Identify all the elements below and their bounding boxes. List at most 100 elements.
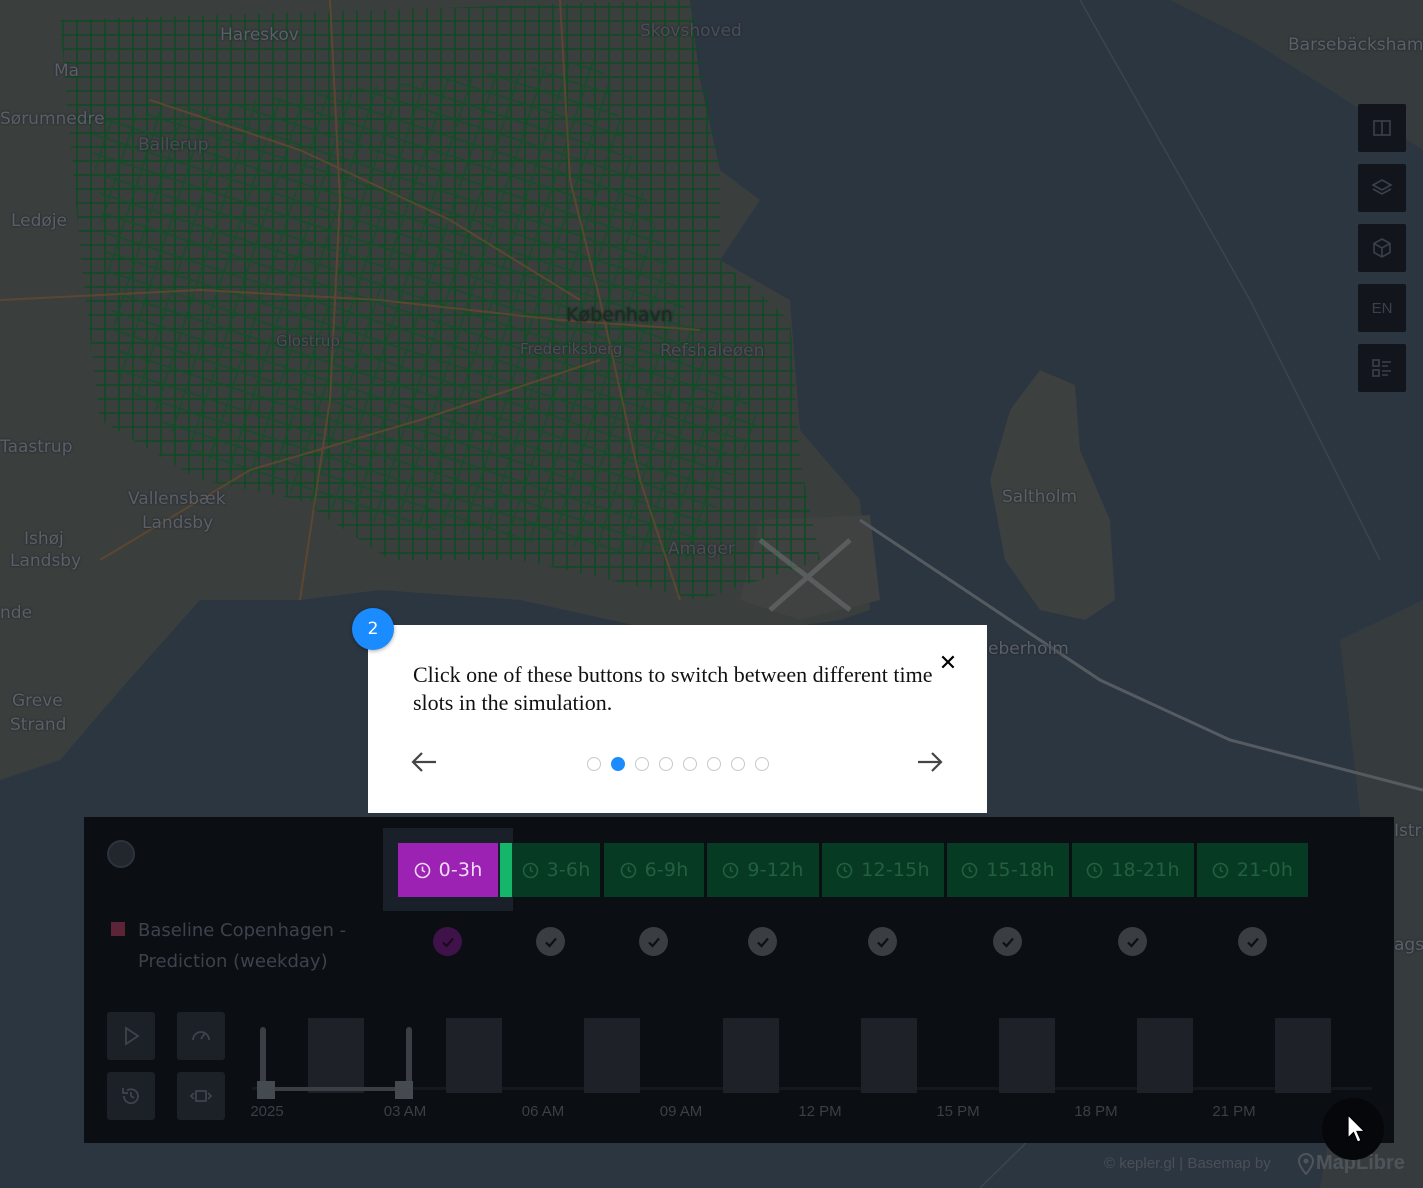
tour-dot-active[interactable] [611,757,625,771]
clock-icon [1086,862,1103,878]
slot-label: 12-15h [861,859,930,881]
map-label-saltholm: Saltholm [1002,487,1078,507]
map-label-refshaleoen: Refshaleøen [660,341,765,361]
tour-dot[interactable] [587,757,601,771]
checkmark-icon [544,937,557,948]
map-label-bagsh: agsh [1394,935,1423,955]
histogram-bar [1275,1018,1331,1093]
clock-icon [961,862,978,878]
locale-label: EN [1371,299,1393,317]
slot-label: 6-9h [644,859,689,881]
layers-icon [1371,179,1393,195]
histogram-bar [308,1018,364,1093]
history-reset-icon [122,1088,139,1105]
slot-button-6-9h[interactable]: 6-9h [604,843,704,897]
legend-icon [1372,359,1391,377]
locale-button[interactable]: EN [1358,284,1406,332]
slot-label: 0-3h [438,859,483,881]
tour-step-badge: 2 [352,608,394,650]
map-label-ishoj: Ishøj [24,529,64,549]
map-label-ma: Ma [54,61,80,81]
panel-logo [107,840,135,868]
tour-dot[interactable] [707,757,721,771]
map-label-vallensbaek-landsby: Landsby [142,513,214,533]
time-window-icon [190,1090,212,1102]
tour-dot[interactable] [731,757,745,771]
map-label-skovshoved: Skovshoved [640,21,742,41]
timeline-tick: 06 AM [521,1103,565,1120]
checkmark-icon [441,937,454,948]
range-handle-left[interactable] [257,1081,275,1099]
histogram-bar [446,1018,502,1093]
slot-label: 9-12h [747,859,804,881]
checkmark-icon [756,937,769,948]
slot-button-15-18h[interactable]: 15-18h [947,843,1069,897]
histogram-bar [723,1018,779,1093]
range-handle-right[interactable] [395,1081,413,1099]
map-label-strand: Strand [10,715,67,735]
slot-check-15-18h[interactable] [993,927,1022,956]
timeline-tick: 18 PM [1074,1103,1118,1120]
split-map-icon [1373,120,1391,136]
timeline-tick: 21 PM [1212,1103,1256,1120]
previous-step-button[interactable] [410,749,438,775]
slot-button-21-0h[interactable]: 21-0h [1197,843,1308,897]
close-button[interactable]: ✕ [938,653,958,675]
slot-check-3-6h[interactable] [536,927,565,956]
time-window-button[interactable] [177,1072,225,1120]
reset-button[interactable] [107,1072,155,1120]
slot-button-3-6h[interactable]: 3-6h [512,843,600,897]
speedometer-icon [192,1031,210,1041]
slot-check-12-15h[interactable] [868,927,897,956]
tour-dot[interactable] [683,757,697,771]
map-attribution[interactable]: © kepler.gl | Basemap by [1104,1155,1271,1172]
legend-color-swatch [111,922,125,936]
clock-icon [620,862,636,878]
speed-button[interactable] [177,1012,225,1060]
map-label-sorumnedre: Sørumnedre [0,109,105,129]
slot-check-0-3h[interactable] [433,927,462,956]
legend-button[interactable] [1358,344,1406,392]
legend-dataset-label: Baseline Copenhagen - Prediction (weekda… [138,920,347,972]
map-label-ledoje: Ledøje [11,211,68,231]
3d-cube-icon [1373,238,1391,258]
tour-dot[interactable] [755,757,769,771]
slot-check-18-21h[interactable] [1118,927,1147,956]
slot-button-18-21h[interactable]: 18-21h [1072,843,1194,897]
split-map-button[interactable] [1358,104,1406,152]
slot-check-9-12h[interactable] [748,927,777,956]
slot-check-6-9h[interactable] [639,927,668,956]
layers-button[interactable] [1358,164,1406,212]
3d-view-button[interactable] [1358,224,1406,272]
next-step-button[interactable] [916,749,944,775]
timeline-tick: 15 PM [936,1103,980,1120]
slot-check-21-0h[interactable] [1238,927,1267,956]
timeline-track[interactable] [252,1087,1372,1090]
map-label-peberholm: eberholm [988,639,1069,659]
slot-button-12-15h[interactable]: 12-15h [822,843,944,897]
clock-icon [414,862,430,878]
map-label-taastrup: Taastrup [0,437,73,457]
slot-label: 18-21h [1111,859,1180,881]
tour-dot[interactable] [659,757,673,771]
play-button[interactable] [107,1012,155,1060]
slot-button-0-3h[interactable]: 0-3h [398,843,498,897]
slot-button-9-12h[interactable]: 9-12h [707,843,819,897]
histogram-bar [1137,1018,1193,1093]
map-label-ishoj-landsby: Landsby [10,551,82,571]
map-label-hareskov: Hareskov [220,25,299,45]
play-icon [125,1026,140,1046]
tour-dot[interactable] [635,757,649,771]
clock-icon [522,862,538,878]
slot-active-indicator [500,843,512,897]
histogram-bar [999,1018,1055,1093]
timeline-tick: 2025 [250,1103,284,1120]
checkmark-icon [876,937,889,948]
histogram-bar [861,1018,917,1093]
map-label-glostrup: Glostrup [276,332,340,350]
map-label-nde: nde [0,603,33,623]
timeline-tick: 09 AM [659,1103,703,1120]
map-label-greve: Greve [12,691,63,711]
checkmark-icon [647,937,660,948]
map-label-kobenhavn: København [566,304,673,326]
